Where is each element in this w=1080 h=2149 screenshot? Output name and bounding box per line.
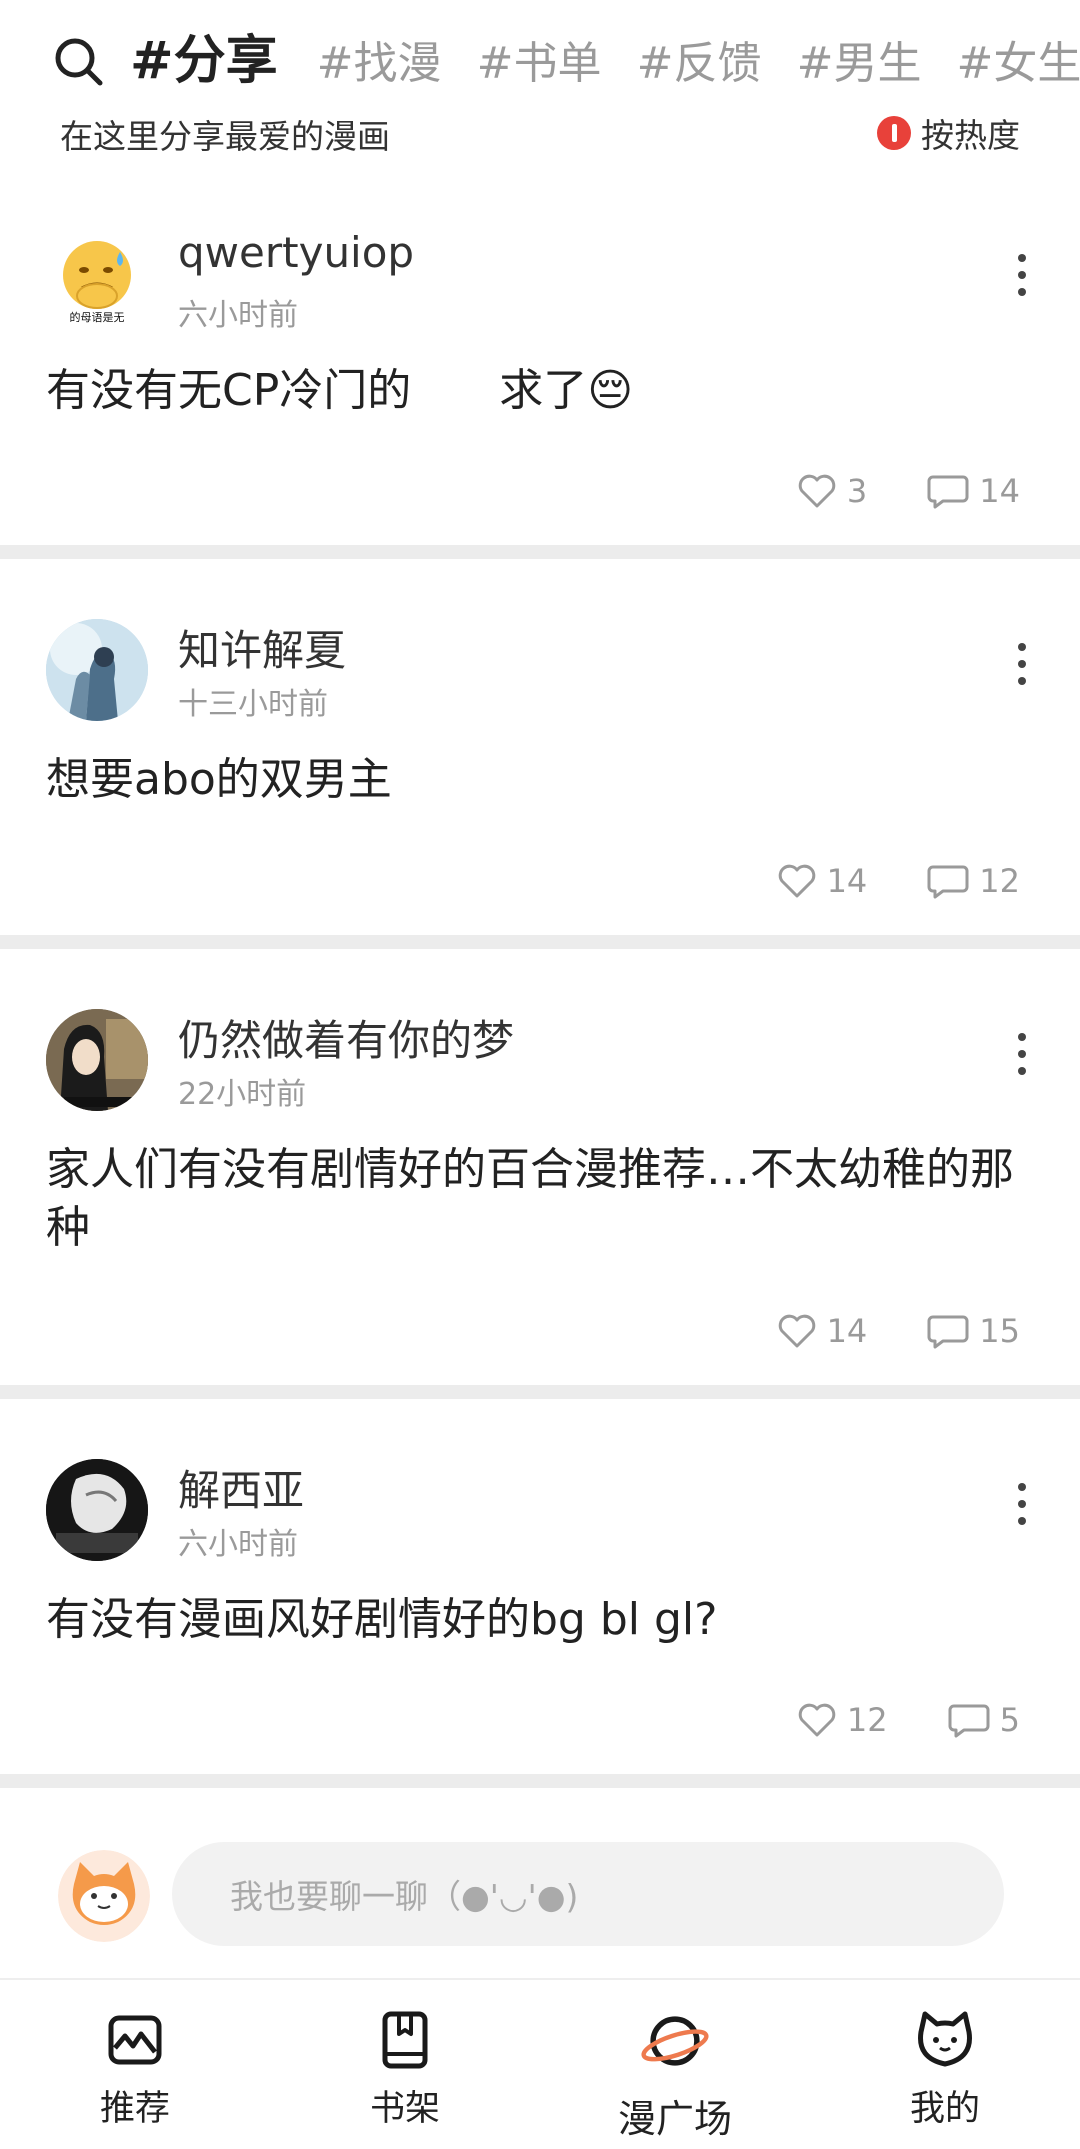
comment-count: 5: [999, 1701, 1020, 1739]
post-content[interactable]: 有没有无CP冷门的 求了😔: [46, 362, 1040, 420]
comment-icon: [927, 1315, 969, 1349]
avatar[interactable]: 的母语是无: [46, 230, 148, 332]
post-actions: 3 14: [737, 467, 1020, 515]
heart-icon: [798, 474, 836, 508]
post-actions: 14 15: [717, 1307, 1020, 1355]
like-count: 12: [846, 1701, 888, 1739]
sort-icon: [877, 116, 911, 150]
comment-icon: [927, 865, 969, 899]
like-count: 3: [846, 472, 868, 510]
divider: [0, 935, 1080, 949]
planet-icon: [641, 2016, 709, 2066]
post-time: 六小时前: [178, 298, 298, 333]
like-button[interactable]: 12: [797, 1701, 888, 1739]
post-card[interactable]: 的母语是无 qwertyuiop 六小时前 有没有无CP冷门的 求了😔 3 14: [0, 170, 1080, 545]
post-actions: 14 12: [717, 857, 1020, 905]
cat-face-icon: [918, 2011, 972, 2067]
like-button[interactable]: 14: [777, 862, 868, 900]
svg-text:的母语是无: 的母语是无: [70, 310, 125, 324]
comment-count: 14: [979, 472, 1020, 510]
avatar[interactable]: [46, 1009, 148, 1111]
tab-book-list[interactable]: #书单: [477, 29, 602, 96]
bottom-nav: 推荐 书架 漫广场 我的: [0, 1978, 1080, 2149]
header: #分享 #找漫 #书单 #反馈 #男生 #女生 # 在这里分享最爱的漫画 按热度: [0, 0, 1080, 170]
nav-me[interactable]: 我的: [810, 1980, 1080, 2149]
heart-icon: [798, 1703, 836, 1737]
nav-label: 推荐: [99, 2089, 170, 2129]
comment-count: 12: [979, 862, 1020, 900]
username[interactable]: qwertyuiop: [178, 228, 414, 277]
post-time: 十三小时前: [178, 687, 328, 722]
like-count: 14: [826, 1312, 868, 1350]
bookshelf-icon: [382, 2011, 428, 2069]
post-content[interactable]: 家人们有没有剧情好的百合漫推荐…不太幼稚的那种: [46, 1141, 1040, 1257]
channel-subtitle: 在这里分享最爱的漫画: [60, 117, 390, 156]
recommend-icon: [108, 2015, 162, 2065]
my-avatar[interactable]: [58, 1850, 150, 1942]
comment-composer: 我也要聊一聊（●'◡'●): [0, 1790, 1080, 1980]
nav-label: 漫广场: [617, 2097, 732, 2141]
username[interactable]: 知许解夏: [178, 617, 346, 678]
search-icon[interactable]: [52, 35, 104, 87]
comment-button[interactable]: 12: [927, 862, 1020, 900]
post-time: 六小时前: [178, 1527, 298, 1562]
comment-icon: [948, 1704, 990, 1738]
like-button[interactable]: 14: [777, 1312, 868, 1350]
post-card[interactable]: 仍然做着有你的梦 22小时前 家人们有没有剧情好的百合漫推荐…不太幼稚的那种 1…: [0, 949, 1080, 1385]
divider: [0, 1774, 1080, 1788]
comment-button[interactable]: 5: [948, 1701, 1020, 1739]
post-feed: 的母语是无 qwertyuiop 六小时前 有没有无CP冷门的 求了😔 3 14: [0, 170, 1080, 1788]
divider: [0, 1385, 1080, 1399]
comment-button[interactable]: 15: [927, 1312, 1020, 1350]
comment-input[interactable]: 我也要聊一聊（●'◡'●): [172, 1842, 1004, 1946]
divider: [0, 545, 1080, 559]
heart-icon: [778, 864, 815, 898]
post-actions: 12 5: [737, 1696, 1020, 1744]
nav-label: 我的: [909, 2089, 980, 2129]
more-options-icon[interactable]: [1014, 1479, 1030, 1529]
post-content[interactable]: 想要abo的双男主: [46, 751, 1040, 809]
heart-icon: [778, 1314, 815, 1348]
tab-boys[interactable]: #男生: [797, 29, 922, 96]
post-card[interactable]: 知许解夏 十三小时前 想要abo的双男主 14 12: [0, 559, 1080, 935]
tab-find-manga[interactable]: #找漫: [317, 29, 442, 96]
comment-button[interactable]: 14: [927, 472, 1020, 510]
sort-toggle[interactable]: 按热度: [877, 110, 1020, 156]
like-count: 14: [826, 862, 868, 900]
username[interactable]: 仍然做着有你的梦: [178, 1007, 514, 1068]
comment-icon: [927, 475, 969, 509]
post-content[interactable]: 有没有漫画风好剧情好的bg bl gl?: [46, 1591, 1040, 1649]
comment-count: 15: [979, 1312, 1020, 1350]
nav-manga-plaza[interactable]: 漫广场: [540, 1980, 810, 2149]
topic-tabs: #分享 #找漫 #书单 #反馈 #男生 #女生 #: [130, 26, 1080, 96]
tab-share[interactable]: #分享: [130, 26, 278, 96]
post-card[interactable]: 解西亚 六小时前 有没有漫画风好剧情好的bg bl gl? 12 5: [0, 1399, 1080, 1774]
more-options-icon[interactable]: [1014, 250, 1030, 300]
avatar[interactable]: [46, 1459, 148, 1561]
sort-label: 按热度: [921, 116, 1020, 155]
more-options-icon[interactable]: [1014, 639, 1030, 689]
more-options-icon[interactable]: [1014, 1029, 1030, 1079]
nav-label: 书架: [369, 2089, 440, 2129]
tab-feedback[interactable]: #反馈: [637, 29, 762, 96]
avatar[interactable]: [46, 619, 148, 721]
post-time: 22小时前: [178, 1077, 307, 1112]
username[interactable]: 解西亚: [178, 1457, 304, 1518]
nav-recommend[interactable]: 推荐: [0, 1980, 270, 2149]
nav-bookshelf[interactable]: 书架: [270, 1980, 540, 2149]
tab-girls[interactable]: #女生: [957, 29, 1080, 96]
like-button[interactable]: 3: [797, 472, 867, 510]
